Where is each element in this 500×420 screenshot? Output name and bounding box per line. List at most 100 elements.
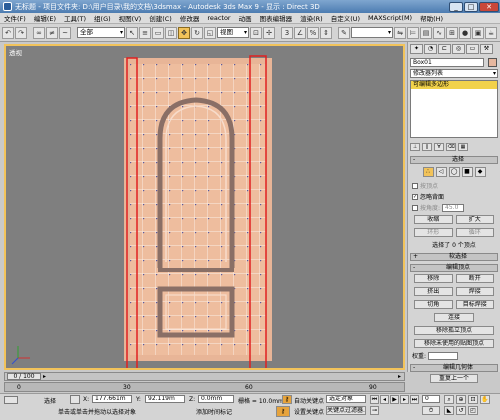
edit-vertices-rollout-header[interactable]: - 编辑顶点	[410, 264, 498, 272]
by-angle-row[interactable]: 按角度: 45.0	[408, 202, 500, 213]
select-by-name-icon[interactable]: ≡	[139, 26, 151, 39]
angle-spinner[interactable]: 45.0	[442, 203, 465, 212]
menu-maxscript[interactable]: MAXScript(M)	[364, 14, 416, 22]
bind-space-warp-icon[interactable]: ~	[59, 26, 71, 39]
menu-animation[interactable]: 动画	[235, 13, 256, 23]
ignore-backfacing-checkbox[interactable]: ✓	[412, 193, 418, 200]
goto-end-icon[interactable]: ⏭	[410, 395, 419, 404]
track-bar[interactable]: 0 30 60 90	[4, 382, 405, 392]
key-mode-icon[interactable]: ⚷	[282, 395, 292, 404]
time-slider[interactable]: 0 / 100 ▸ ▸	[4, 372, 405, 381]
edge-level-icon[interactable]: ◁	[435, 167, 447, 177]
reference-coord-dropdown[interactable]: 视图	[217, 27, 249, 38]
border-level-icon[interactable]: ◯	[448, 167, 460, 177]
weld-button[interactable]: 焊接	[455, 287, 494, 296]
close-button[interactable]: ✕	[479, 1, 499, 12]
select-rotate-icon[interactable]: ↻	[191, 26, 203, 39]
add-time-tag[interactable]: 添加时间标记	[196, 407, 232, 416]
menu-customize[interactable]: 自定义(U)	[327, 13, 364, 23]
select-manipulate-icon[interactable]: ✢	[263, 26, 275, 39]
rect-selection-icon[interactable]: ▭	[152, 26, 164, 39]
polygon-level-icon[interactable]: ■	[461, 167, 473, 177]
selected-object-dropdown[interactable]: 选定对象	[326, 395, 366, 403]
modifier-list-dropdown[interactable]: 修改器列表	[410, 69, 498, 78]
field-of-view-icon[interactable]: ◣	[444, 406, 454, 415]
remove-modifier-icon[interactable]: ⌫	[446, 143, 456, 151]
time-config-icon[interactable]: ⏱	[422, 406, 440, 415]
pin-stack-icon[interactable]: ⊥	[410, 143, 420, 151]
menu-file[interactable]: 文件(F)	[0, 13, 30, 23]
viewport-canvas[interactable]	[6, 46, 403, 368]
chamfer-button[interactable]: 切角	[414, 300, 453, 309]
menu-rendering[interactable]: 渲染(R)	[296, 13, 327, 23]
min-max-toggle-icon[interactable]: ◰	[468, 406, 478, 415]
ignore-backfacing-row[interactable]: ✓ 忽略背面	[408, 191, 500, 202]
minimize-button[interactable]: _	[449, 1, 463, 12]
configure-sets-icon[interactable]: ▦	[458, 143, 468, 151]
time-end-icon[interactable]: ▸	[398, 373, 401, 380]
loop-button[interactable]: 循环	[455, 228, 494, 237]
edit-named-selection-icon[interactable]: ✎	[338, 26, 350, 39]
vertex-level-icon[interactable]: ∴	[422, 167, 434, 177]
align-icon[interactable]: ⊨	[407, 26, 419, 39]
current-frame-field[interactable]: 0	[422, 395, 440, 403]
create-tab-icon[interactable]: ✦	[410, 44, 423, 54]
set-key-icon[interactable]: ⚷	[276, 406, 290, 417]
menu-tools[interactable]: 工具(T)	[60, 13, 90, 23]
edit-geometry-rollout-header[interactable]: - 编辑几何体	[410, 364, 498, 372]
menu-group[interactable]: 组(G)	[90, 13, 115, 23]
schematic-view-icon[interactable]: ⊞	[446, 26, 458, 39]
time-next-icon[interactable]: ▸	[43, 373, 46, 380]
menu-views[interactable]: 视图(V)	[115, 13, 146, 23]
unlink-icon[interactable]: ≠	[46, 26, 58, 39]
lock-selection-icon[interactable]	[70, 395, 80, 404]
menu-modifiers[interactable]: 修改器	[176, 13, 204, 23]
angle-snap-icon[interactable]: ∠	[294, 26, 306, 39]
weight-spinner[interactable]	[428, 351, 459, 360]
zoom-icon[interactable]: ⌕	[444, 395, 454, 404]
quick-render-icon[interactable]: ☕	[485, 26, 497, 39]
menu-graph-editors[interactable]: 图表编辑器	[256, 13, 297, 23]
link-icon[interactable]: ∞	[33, 26, 45, 39]
next-frame-icon[interactable]: ▸	[400, 395, 409, 404]
zoom-all-icon[interactable]: ⊕	[456, 395, 466, 404]
menu-create[interactable]: 创建(C)	[145, 13, 176, 23]
by-angle-checkbox[interactable]	[412, 204, 418, 211]
y-coordinate-field[interactable]: 92.119m	[145, 395, 185, 403]
goto-start-icon[interactable]: ⏮	[370, 395, 379, 404]
key-filters-button[interactable]: 关键点过滤器...	[326, 406, 366, 415]
object-name-field[interactable]: Box01	[410, 58, 484, 67]
menu-edit[interactable]: 编辑(E)	[30, 13, 60, 23]
play-icon[interactable]: ▶	[390, 395, 399, 404]
material-editor-icon[interactable]: ●	[459, 26, 471, 39]
arc-rotate-icon[interactable]: ↺	[456, 406, 466, 415]
remove-isolated-button[interactable]: 移除孤立顶点	[414, 326, 494, 335]
zoom-extents-icon[interactable]: ⊡	[468, 395, 478, 404]
extrude-button[interactable]: 挤出	[414, 287, 453, 296]
by-vertex-checkbox[interactable]	[412, 182, 418, 189]
selection-rollout-header[interactable]: - 选择	[410, 156, 498, 164]
hierarchy-tab-icon[interactable]: ⊏	[438, 44, 451, 54]
make-unique-icon[interactable]: ∀	[434, 143, 444, 151]
select-object-icon[interactable]: ↖	[126, 26, 138, 39]
remove-button[interactable]: 移除	[414, 274, 453, 283]
curve-editor-icon[interactable]: ∿	[433, 26, 445, 39]
ring-button[interactable]: 环形	[414, 228, 453, 237]
repeat-last-button[interactable]: 重复上一个	[430, 374, 478, 383]
layer-manager-icon[interactable]: ▤	[420, 26, 432, 39]
grow-button[interactable]: 扩大	[455, 215, 494, 224]
set-key-label[interactable]: 设置关键点	[294, 407, 324, 416]
maximize-button[interactable]: □	[464, 1, 478, 12]
connect-button[interactable]: 连接	[434, 313, 474, 322]
soft-selection-rollout-header[interactable]: + 软选择	[410, 253, 498, 261]
snap-toggle-icon[interactable]: 3	[281, 26, 293, 39]
target-weld-button[interactable]: 目标焊接	[455, 300, 494, 309]
named-selection-dropdown[interactable]	[351, 27, 393, 38]
remove-unused-map-button[interactable]: 移除未使用的贴图顶点	[414, 339, 494, 348]
perspective-viewport[interactable]: 透视	[4, 44, 405, 370]
spinner-snap-icon[interactable]: ⇕	[320, 26, 332, 39]
shrink-button[interactable]: 收缩	[414, 215, 453, 224]
pan-icon[interactable]: ✋	[480, 395, 490, 404]
menu-reactor[interactable]: reactor	[203, 14, 234, 22]
redo-icon[interactable]: ↷	[15, 26, 27, 39]
